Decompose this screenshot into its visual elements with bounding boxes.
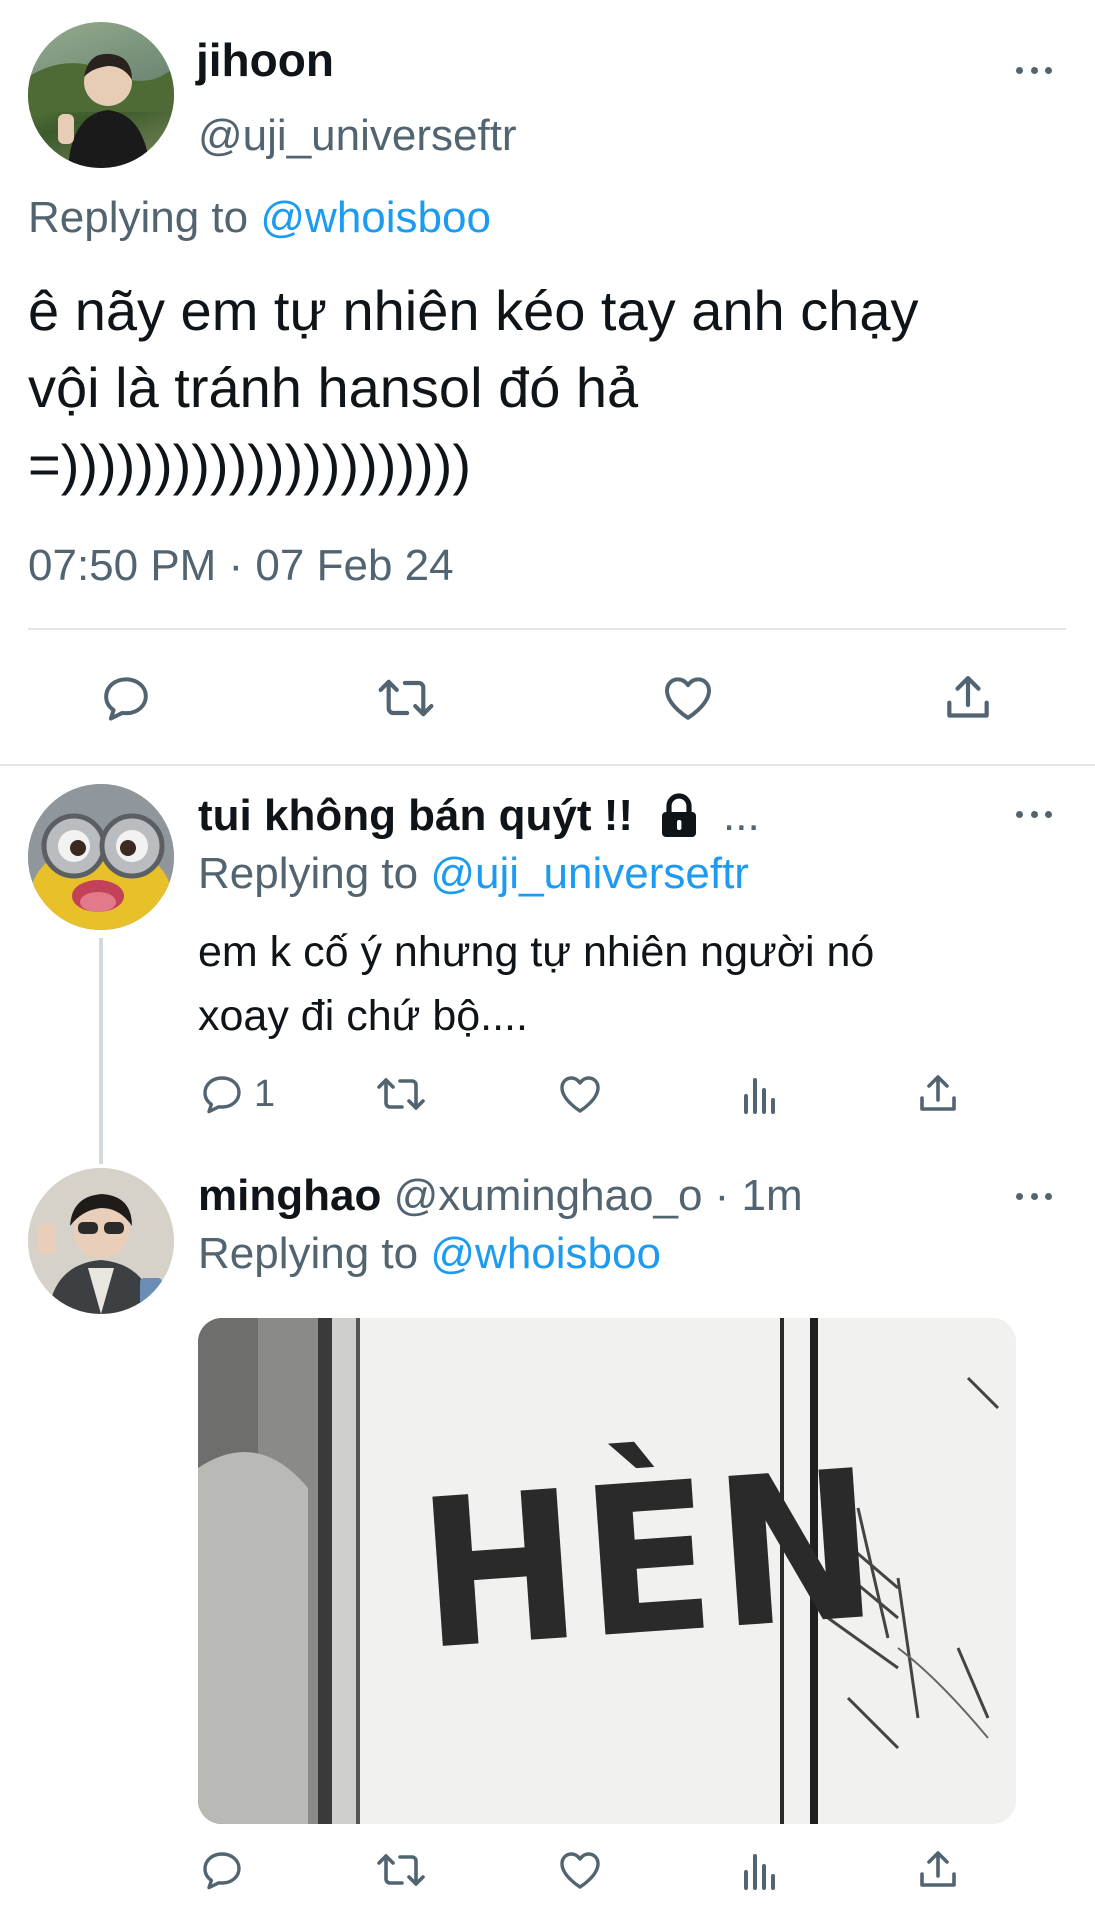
reply-header: minghao @xuminghao_o · 1m [198, 1168, 803, 1224]
replying-to-label: Replying to [198, 849, 419, 898]
share-button[interactable] [914, 1846, 962, 1894]
name-truncation: ... [723, 791, 760, 840]
analytics-button[interactable] [736, 1846, 784, 1894]
avatar-photo [28, 1168, 174, 1314]
reply-button[interactable] [198, 1846, 246, 1894]
heart-icon [560, 1852, 600, 1889]
tweet-text: ê nãy em tự nhiên kéo tay anh chạy vội l… [28, 272, 918, 503]
like-button[interactable] [556, 1846, 604, 1894]
replying-to-line: Replying to @uji_universeftr [198, 846, 749, 902]
like-button[interactable] [556, 1070, 604, 1118]
reply-button[interactable] [98, 670, 154, 726]
retweet-icon [377, 1078, 425, 1110]
display-name[interactable]: jihoon [196, 30, 334, 90]
retweet-button[interactable] [376, 670, 436, 726]
replying-to-label: Replying to [198, 1229, 419, 1278]
reply-count: 1 [254, 1072, 276, 1115]
avatar-photo [28, 22, 174, 168]
reply-text: em k cố ý nhưng tự nhiên người nó xoay đ… [198, 920, 874, 1048]
share-icon [920, 1851, 956, 1887]
timestamp[interactable]: 07:50 PM · 07 Feb 24 [28, 538, 454, 594]
analytics-button[interactable] [736, 1070, 784, 1118]
more-options-icon[interactable] [1016, 808, 1052, 820]
replying-to-handle[interactable]: @uji_universeftr [430, 849, 749, 898]
heart-icon [560, 1076, 600, 1113]
thread-line [99, 938, 103, 1164]
analytics-icon [744, 1854, 775, 1890]
retweet-icon [378, 679, 434, 717]
relative-time[interactable]: · 1m [715, 1171, 803, 1220]
retweet-button[interactable] [374, 1846, 428, 1894]
attached-image[interactable]: HÈN [198, 1318, 1016, 1824]
retweet-button[interactable] [374, 1070, 428, 1118]
reply-icon [104, 677, 148, 721]
share-button[interactable] [940, 670, 996, 726]
tweet-text-line: ê nãy em tự nhiên kéo tay anh chạy [28, 279, 919, 342]
section-divider [0, 764, 1095, 766]
retweet-icon [377, 1854, 425, 1886]
divider [28, 628, 1066, 630]
tweet-text-line: vội là tránh hansol đó hả [28, 356, 639, 419]
avatar-minghao[interactable] [28, 1168, 174, 1314]
share-icon [947, 676, 989, 718]
avatar-jihoon[interactable] [28, 22, 174, 168]
avatar-photo [28, 784, 174, 930]
more-options-icon[interactable] [1016, 1190, 1052, 1202]
lock-icon [657, 792, 701, 840]
handle[interactable]: @uji_universeftr [198, 108, 517, 164]
replying-to-handle[interactable]: @whoisboo [430, 1229, 661, 1278]
avatar-reply1[interactable] [28, 784, 174, 930]
reply-icon [203, 1852, 241, 1890]
reply-text-line: em k cố ý nhưng tự nhiên người nó [198, 928, 875, 976]
image-caption-text: HÈN [412, 1425, 888, 1696]
handle[interactable]: @xuminghao_o [394, 1171, 703, 1220]
share-button[interactable] [914, 1070, 962, 1118]
heart-icon [665, 677, 711, 720]
replying-to-line: Replying to @whoisboo [28, 190, 491, 246]
replying-to-handle[interactable]: @whoisboo [260, 193, 491, 242]
like-button[interactable] [660, 670, 716, 726]
reply-button[interactable]: 1 [198, 1070, 275, 1118]
reply-icon [203, 1076, 241, 1114]
display-name[interactable]: tui không bán quýt !! [198, 788, 633, 844]
tweet-text-line: =)))))))))))))))))))))) [28, 433, 471, 496]
replying-to-line: Replying to @whoisboo [198, 1226, 661, 1282]
replying-to-label: Replying to [28, 193, 249, 242]
share-icon [920, 1075, 956, 1111]
analytics-icon [744, 1078, 775, 1114]
reply-text-line: xoay đi chứ bộ.... [198, 992, 528, 1040]
more-options-icon[interactable] [1016, 64, 1052, 76]
reply-header: tui không bán quýt !! ... [198, 788, 760, 844]
display-name[interactable]: minghao [198, 1171, 381, 1220]
